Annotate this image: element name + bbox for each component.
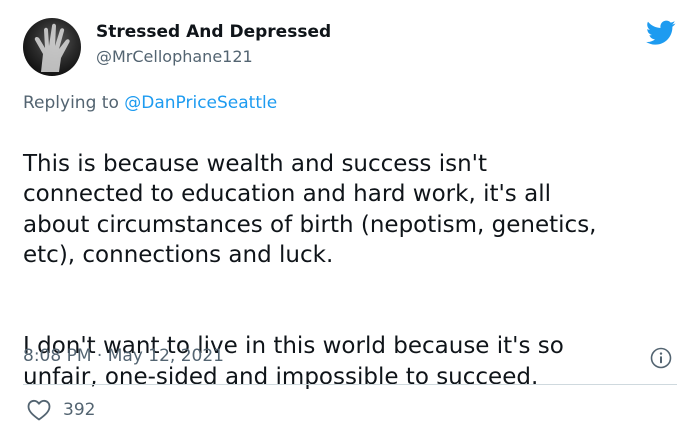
divider — [23, 384, 677, 385]
avatar[interactable] — [23, 18, 81, 76]
heart-icon[interactable] — [27, 399, 51, 421]
info-icon[interactable] — [650, 347, 672, 369]
like-count: 392 — [63, 400, 96, 420]
twitter-bird-icon[interactable] — [646, 20, 676, 46]
tweet-text: This is because wealth and success isn't… — [23, 118, 683, 423]
tweet-date: May 12, 2021 — [107, 346, 224, 366]
tweet-paragraph: This is because wealth and success isn't… — [23, 150, 597, 269]
tweet-timestamp[interactable]: 8:08 PM · May 12, 2021 — [23, 346, 224, 366]
replying-to-label: Replying to — [23, 93, 125, 113]
meta-separator: · — [96, 346, 103, 366]
hand-silhouette-icon — [34, 23, 70, 72]
tweet-time: 8:08 PM — [23, 346, 92, 366]
author-handle[interactable]: @MrCellophane121 — [96, 47, 253, 66]
author-name[interactable]: Stressed And Depressed — [96, 22, 331, 42]
reply-mention-link[interactable]: @DanPriceSeattle — [124, 93, 277, 113]
replying-to: Replying to @DanPriceSeattle — [23, 93, 277, 113]
